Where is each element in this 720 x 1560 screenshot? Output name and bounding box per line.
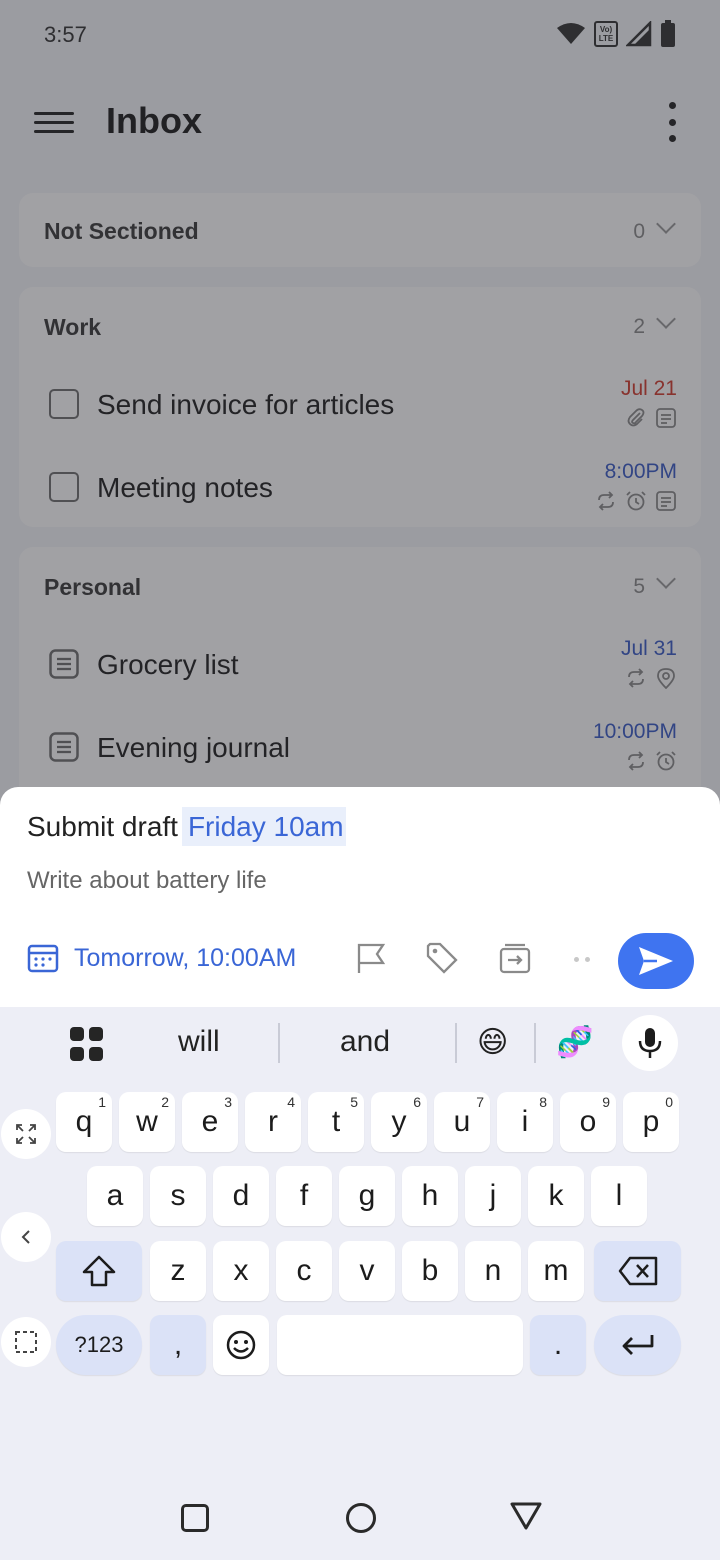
- send-icon: [639, 947, 673, 975]
- quick-add-toolbar: Tomorrow, 10:00AM: [0, 929, 720, 989]
- key-o[interactable]: o9: [560, 1092, 616, 1152]
- suggestion-emoji[interactable]: 🧬: [556, 1025, 593, 1060]
- key-label: y: [391, 1105, 407, 1138]
- selection-icon: [15, 1331, 37, 1353]
- key-m[interactable]: m: [528, 1241, 584, 1301]
- more-tools-icon[interactable]: [574, 957, 590, 962]
- microphone-icon: [638, 1028, 662, 1058]
- key-number-hint: 7: [476, 1094, 484, 1110]
- comma-key[interactable]: ,: [150, 1315, 206, 1375]
- key-k[interactable]: k: [528, 1166, 584, 1226]
- microphone-button[interactable]: [622, 1015, 678, 1071]
- key-y[interactable]: y6: [371, 1092, 427, 1152]
- home-button[interactable]: [346, 1503, 376, 1533]
- key-number-hint: 8: [539, 1094, 547, 1110]
- suggestion-emoji[interactable]: 😄: [477, 1025, 508, 1060]
- key-v[interactable]: v: [339, 1241, 395, 1301]
- due-date-button[interactable]: Tomorrow, 10:00AM: [26, 941, 296, 975]
- key-label: o: [579, 1105, 597, 1138]
- key-label: q: [75, 1105, 93, 1138]
- key-u[interactable]: u7: [434, 1092, 490, 1152]
- expand-icon: [16, 1124, 36, 1144]
- key-b[interactable]: b: [402, 1241, 458, 1301]
- send-button[interactable]: [618, 933, 694, 989]
- key-z[interactable]: z: [150, 1241, 206, 1301]
- suggestion-divider: [278, 1023, 280, 1063]
- calendar-icon: [27, 944, 59, 973]
- key-number-hint: 0: [665, 1094, 673, 1110]
- key-label: i: [521, 1105, 529, 1138]
- emoji-key[interactable]: [213, 1315, 269, 1375]
- key-r[interactable]: r4: [245, 1092, 301, 1152]
- space-key[interactable]: [277, 1315, 523, 1375]
- key-number-hint: 3: [224, 1094, 232, 1110]
- key-w[interactable]: w2: [119, 1092, 175, 1152]
- key-x[interactable]: x: [213, 1241, 269, 1301]
- period-key[interactable]: .: [530, 1315, 586, 1375]
- shift-key[interactable]: [56, 1241, 142, 1301]
- key-a[interactable]: a: [87, 1166, 143, 1226]
- key-number-hint: 6: [413, 1094, 421, 1110]
- key-label: p: [642, 1105, 660, 1138]
- key-i[interactable]: i8: [497, 1092, 553, 1152]
- task-title-input[interactable]: Submit draft Friday 10am: [27, 807, 346, 851]
- backspace-key[interactable]: [594, 1241, 681, 1301]
- shift-icon: [82, 1255, 116, 1287]
- quick-add-sheet: Submit draft Friday 10am Write about batt…: [0, 787, 720, 1007]
- tag-icon[interactable]: [425, 941, 459, 975]
- suggestion-word[interactable]: will: [178, 1025, 220, 1059]
- key-c[interactable]: c: [276, 1241, 332, 1301]
- suggestion-divider: [455, 1023, 457, 1063]
- key-e[interactable]: e3: [182, 1092, 238, 1152]
- symbols-key[interactable]: ?123: [56, 1315, 142, 1375]
- parsed-date-chip[interactable]: Friday 10am: [181, 807, 346, 846]
- task-description-input[interactable]: Write about battery life: [27, 867, 267, 895]
- system-nav-bar: [0, 1467, 720, 1560]
- due-date-label: Tomorrow, 10:00AM: [74, 943, 297, 972]
- apps-grid-icon[interactable]: [70, 1027, 104, 1061]
- key-q[interactable]: q1: [56, 1092, 112, 1152]
- key-number-hint: 2: [161, 1094, 169, 1110]
- enter-key[interactable]: [594, 1315, 681, 1375]
- key-g[interactable]: g: [339, 1166, 395, 1226]
- key-d[interactable]: d: [213, 1166, 269, 1226]
- key-f[interactable]: f: [276, 1166, 332, 1226]
- key-number-hint: 5: [350, 1094, 358, 1110]
- recents-button[interactable]: [181, 1504, 209, 1532]
- key-number-hint: 9: [602, 1094, 610, 1110]
- key-label: t: [331, 1105, 341, 1138]
- key-label: w: [136, 1105, 158, 1138]
- key-number-hint: 4: [287, 1094, 295, 1110]
- key-s[interactable]: s: [150, 1166, 206, 1226]
- suggestion-divider: [534, 1023, 536, 1063]
- smiley-icon: [226, 1330, 256, 1360]
- text-select-button[interactable]: [1, 1317, 51, 1367]
- enter-icon: [622, 1335, 653, 1355]
- flag-icon[interactable]: [354, 941, 388, 975]
- key-number-hint: 1: [98, 1094, 106, 1110]
- key-t[interactable]: t5: [308, 1092, 364, 1152]
- suggestion-bar: will and 😄 🧬: [0, 1007, 720, 1079]
- backspace-icon: [618, 1256, 657, 1286]
- suggestion-word[interactable]: and: [340, 1025, 390, 1059]
- chevron-left-icon: [21, 1230, 30, 1244]
- key-n[interactable]: n: [465, 1241, 521, 1301]
- key-p[interactable]: p0: [623, 1092, 679, 1152]
- move-to-list-icon[interactable]: [498, 941, 532, 975]
- task-title-text: Submit draft: [27, 811, 178, 842]
- key-j[interactable]: j: [465, 1166, 521, 1226]
- key-h[interactable]: h: [402, 1166, 458, 1226]
- key-label: e: [201, 1105, 219, 1138]
- cursor-left-button[interactable]: [1, 1212, 51, 1262]
- back-triangle-icon[interactable]: [510, 1501, 542, 1531]
- key-label: r: [268, 1105, 278, 1138]
- key-l[interactable]: l: [591, 1166, 647, 1226]
- soft-keyboard: will and 😄 🧬 q1w2e3r4t5y6u7i8o9p0 asdfgh…: [0, 1007, 720, 1467]
- key-label: u: [453, 1105, 471, 1138]
- expand-keyboard-button[interactable]: [1, 1109, 51, 1159]
